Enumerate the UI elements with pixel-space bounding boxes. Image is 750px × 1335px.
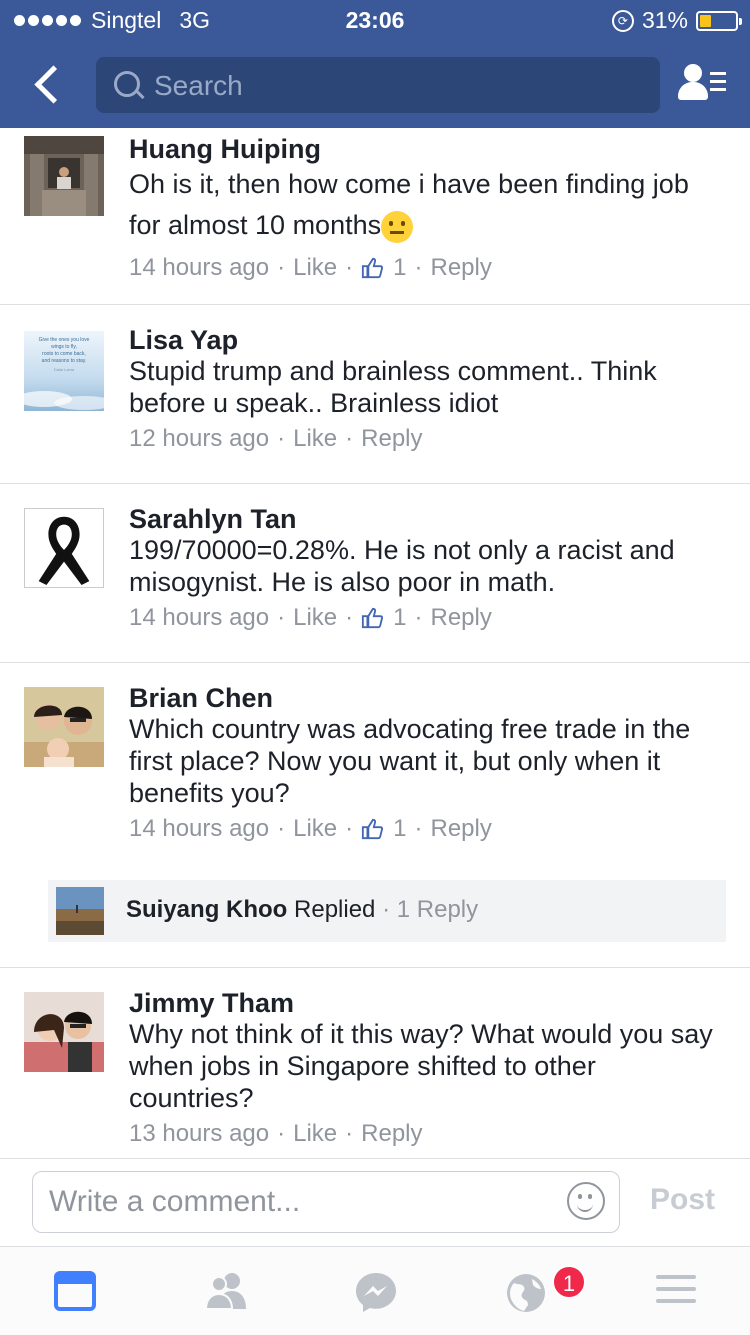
- avatar-quote-line: and reasons to stay.: [42, 358, 87, 364]
- comment-timestamp: 14 hours ago: [129, 604, 270, 631]
- reply-link[interactable]: Reply: [361, 1120, 422, 1148]
- comment-text: Oh is it, then how come i have been find…: [129, 164, 720, 246]
- avatar[interactable]: [24, 992, 104, 1072]
- tab-notifications[interactable]: 1: [476, 1247, 586, 1335]
- comment-text: Which country was advocating free trade …: [129, 714, 691, 808]
- post-button[interactable]: Post: [650, 1183, 715, 1217]
- comment-body: Jimmy Tham Why not think of it this way?…: [129, 988, 720, 1148]
- avatar-quote-line: Give the ones you love: [39, 337, 90, 343]
- tab-friend-requests[interactable]: [176, 1247, 276, 1335]
- bottom-tab-bar: 1: [0, 1246, 750, 1335]
- tab-news-feed[interactable]: [26, 1247, 126, 1335]
- search-bar[interactable]: Search: [96, 57, 660, 113]
- commenter-name[interactable]: Lisa Yap: [129, 325, 720, 355]
- commenter-name[interactable]: Huang Huiping: [129, 134, 720, 164]
- hamburger-menu-icon: [656, 1275, 696, 1303]
- status-bar: Singtel 3G 23:06 ⟳ 31%: [0, 0, 750, 40]
- avatar-quote-line: Dalai Lama: [54, 367, 75, 372]
- back-button[interactable]: [28, 63, 68, 107]
- avatar[interactable]: [24, 687, 104, 767]
- neutral-face-emoji-icon: [381, 210, 414, 243]
- rotation-lock-icon: ⟳: [611, 9, 634, 32]
- comment-body: Huang Huiping Oh is it, then how come i …: [129, 134, 720, 282]
- replies-summary-text: Suiyang Khoo Replied · 1 Reply: [126, 896, 479, 923]
- news-feed-icon: [54, 1271, 96, 1311]
- top-navigation-bar: Singtel 3G 23:06 ⟳ 31% Search: [0, 0, 750, 128]
- messenger-icon: [356, 1273, 396, 1312]
- comment-feed: Huang Huiping Oh is it, then how come i …: [0, 128, 750, 1158]
- comment-meta: 14 hours ago · Like · 1 · Reply: [129, 254, 492, 282]
- comment-meta: 13 hours ago · Like · Reply: [129, 1120, 423, 1148]
- commenter-name[interactable]: Jimmy Tham: [129, 988, 720, 1018]
- comment-text: 199/70000=0.28%. He is not only a racist…: [129, 535, 675, 597]
- thumbs-up-icon: [362, 818, 384, 840]
- battery-percentage: 31%: [641, 7, 688, 33]
- avatar: [56, 887, 104, 935]
- comment-timestamp: 14 hours ago: [129, 254, 270, 281]
- like-link[interactable]: Like: [293, 254, 337, 282]
- comment-timestamp: 12 hours ago: [129, 425, 270, 452]
- comment-text: Why not think of it this way? What would…: [129, 1019, 713, 1113]
- reply-link[interactable]: Reply: [431, 604, 492, 632]
- replier-name: Suiyang Khoo: [126, 896, 288, 923]
- commenter-name[interactable]: Sarahlyn Tan: [129, 504, 720, 534]
- reply-count: 1 Reply: [396, 896, 479, 923]
- comment-input-placeholder: Write a comment...: [49, 1185, 301, 1218]
- like-count: 1: [393, 815, 407, 842]
- search-placeholder: Search: [154, 70, 243, 101]
- reply-link[interactable]: Reply: [431, 254, 492, 282]
- status-right: ⟳ 31%: [611, 7, 742, 34]
- avatar[interactable]: [24, 508, 104, 588]
- globe-icon: [507, 1274, 545, 1312]
- comment-meta: 14 hours ago · Like · 1 · Reply: [129, 604, 492, 632]
- commenter-name[interactable]: Brian Chen: [129, 683, 720, 713]
- comment-composer: Write a comment... Post: [0, 1158, 750, 1247]
- comment-item: Give the ones you love wings to fly, roo…: [0, 305, 750, 483]
- like-link[interactable]: Like: [293, 815, 337, 843]
- comment-body: Brian Chen Which country was advocating …: [129, 683, 720, 843]
- reply-link[interactable]: Reply: [431, 815, 492, 843]
- comment-item: Huang Huiping Oh is it, then how come i …: [0, 128, 750, 304]
- comment-timestamp: 14 hours ago: [129, 815, 270, 842]
- comment-text: Stupid trump and brainless comment.. Thi…: [129, 356, 657, 418]
- avatar-quote-line: wings to fly,: [51, 344, 77, 350]
- comment-timestamp: 13 hours ago: [129, 1120, 270, 1147]
- thumbs-up-icon: [362, 257, 384, 279]
- comment-body: Sarahlyn Tan 199/70000=0.28%. He is not …: [129, 504, 720, 632]
- comment-meta: 14 hours ago · Like · 1 · Reply: [129, 815, 492, 843]
- battery-icon: [696, 10, 742, 31]
- reply-link[interactable]: Reply: [361, 425, 422, 453]
- notification-badge: 1: [552, 1265, 586, 1299]
- avatar[interactable]: Give the ones you love wings to fly, roo…: [24, 331, 104, 411]
- like-link[interactable]: Like: [293, 604, 337, 632]
- comment-input[interactable]: Write a comment...: [32, 1171, 620, 1233]
- avatar[interactable]: [24, 136, 104, 216]
- tab-more-menu[interactable]: [626, 1247, 726, 1335]
- like-count: 1: [393, 254, 407, 281]
- comment-item: Jimmy Tham Why not think of it this way?…: [0, 968, 750, 1158]
- comment-meta: 12 hours ago · Like · Reply: [129, 425, 423, 453]
- avatar-quote-line: roots to come back,: [42, 351, 86, 357]
- tab-messenger[interactable]: [326, 1247, 426, 1335]
- thumbs-up-icon: [362, 607, 384, 629]
- like-count: 1: [393, 604, 407, 631]
- emoji-picker-icon[interactable]: [567, 1182, 605, 1220]
- comment-body: Lisa Yap Stupid trump and brainless comm…: [129, 325, 720, 453]
- friend-requests-icon: [204, 1273, 246, 1310]
- search-icon: [114, 71, 140, 97]
- replied-label: Replied: [294, 896, 376, 923]
- replies-summary[interactable]: Suiyang Khoo Replied · 1 Reply: [48, 880, 726, 942]
- friends-list-icon[interactable]: [676, 62, 730, 108]
- like-link[interactable]: Like: [293, 425, 337, 453]
- like-link[interactable]: Like: [293, 1120, 337, 1148]
- comment-item: Sarahlyn Tan 199/70000=0.28%. He is not …: [0, 484, 750, 662]
